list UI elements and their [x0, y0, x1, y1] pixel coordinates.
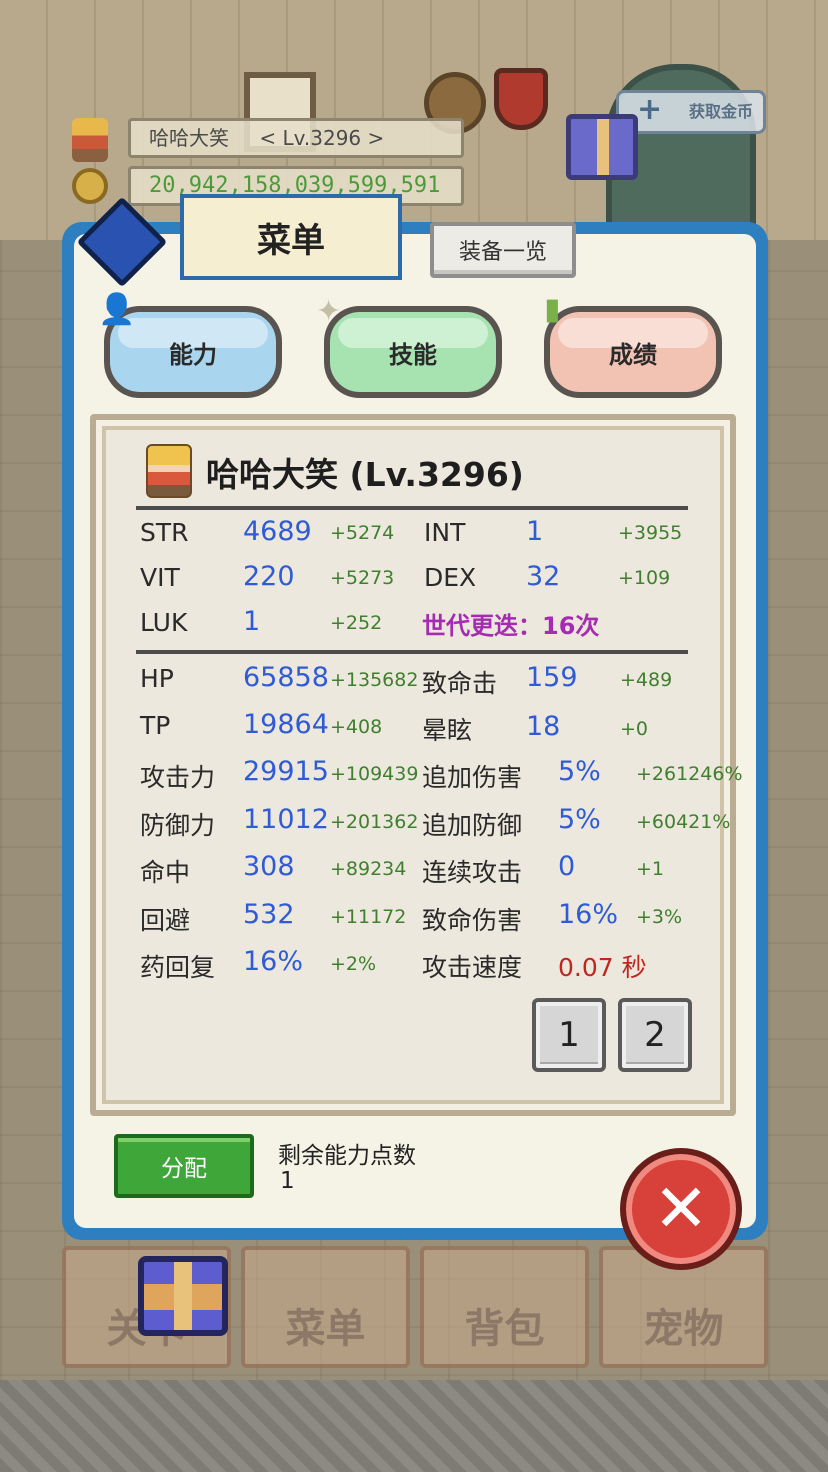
equipment-list-button[interactable]: 装备一览 — [430, 222, 576, 278]
stat-label-extra-damage: 追加伤害 — [422, 763, 523, 792]
player-name-bar: 哈哈大笑 < Lv.3296 > — [128, 118, 464, 158]
stat-value-potion-recovery: 16% — [243, 946, 304, 977]
stat-value-accuracy: 308 — [243, 851, 295, 882]
nav-item-bag[interactable]: 背包 — [420, 1246, 589, 1368]
stat-value-critical: 159 — [526, 662, 578, 693]
stat-bonus-critical-damage: +3% — [636, 906, 683, 928]
stat-label-potion-recovery: 药回复 — [140, 953, 216, 982]
stat-bonus-str: +5274 — [330, 522, 395, 544]
tab-skill[interactable]: 技能 — [324, 306, 502, 398]
stat-bonus-combo-attack: +1 — [636, 858, 665, 880]
stat-bonus-potion-recovery: +2% — [330, 953, 377, 975]
add-person-icon: 👤 — [98, 292, 136, 327]
gold-coin-icon — [72, 168, 108, 204]
stat-bonus-vit: +5273 — [330, 567, 395, 589]
player-level: < Lv.3296 > — [259, 126, 385, 150]
close-icon: ✕ — [653, 1170, 709, 1247]
stat-label-hp: HP — [140, 664, 174, 693]
stat-bonus-defense: +201362 — [330, 811, 419, 833]
generation-count: 世代更迭：16次 — [422, 612, 600, 640]
stat-bonus-attack: +109439 — [330, 763, 419, 785]
stat-label-attack-speed: 攻击速度 — [422, 953, 523, 982]
stat-label-critical-damage: 致命伤害 — [422, 906, 523, 935]
page-button-2[interactable]: 2 — [618, 998, 692, 1072]
stat-label-attack: 攻击力 — [140, 763, 216, 792]
stat-value-luk: 1 — [243, 606, 261, 637]
stat-bonus-hp: +135682 — [330, 669, 419, 691]
stat-value-defense: 11012 — [243, 804, 329, 835]
stat-bonus-evasion: +11172 — [330, 906, 407, 928]
stat-label-critical: 致命击 — [422, 669, 498, 698]
stat-value-extra-damage: 5% — [558, 756, 601, 787]
stat-bonus-luk: +252 — [330, 612, 383, 634]
stat-bonus-extra-defense: +60421% — [636, 811, 731, 833]
tab-ability-label: 能力 — [169, 340, 217, 369]
stat-value-attack-speed: 0.07 秒 — [558, 953, 647, 982]
stat-label-dex: DEX — [424, 563, 477, 592]
player-avatar — [72, 118, 108, 162]
close-button[interactable]: ✕ — [620, 1148, 742, 1270]
character-title: 哈哈大笑 (Lv.3296) — [206, 455, 524, 494]
stat-label-stun: 晕眩 — [422, 716, 473, 745]
tab-record-label: 成绩 — [609, 340, 657, 369]
stat-label-int: INT — [424, 518, 466, 547]
stat-value-combo-attack: 0 — [558, 851, 576, 882]
stat-value-evasion: 532 — [243, 899, 295, 930]
stat-bonus-dex: +109 — [618, 567, 671, 589]
scroll-icon: ▮ — [544, 292, 561, 327]
stat-bonus-extra-damage: +261246% — [636, 763, 743, 785]
gift-box-icon[interactable] — [566, 114, 638, 180]
stat-value-tp: 19864 — [243, 709, 329, 740]
divider — [136, 650, 688, 654]
stat-value-dex: 32 — [526, 561, 561, 592]
stat-label-str: STR — [140, 518, 189, 547]
get-gold-button[interactable]: + 获取金币 — [616, 90, 766, 134]
stat-value-hp: 65858 — [243, 662, 329, 693]
remaining-points-value: 1 — [280, 1168, 295, 1194]
stat-label-defense: 防御力 — [140, 811, 216, 840]
stat-bonus-accuracy: +89234 — [330, 858, 407, 880]
stat-value-critical-damage: 16% — [558, 899, 619, 930]
stat-bonus-critical: +489 — [620, 669, 673, 691]
stat-label-evasion: 回避 — [140, 906, 191, 935]
tab-record[interactable]: 成绩 — [544, 306, 722, 398]
tab-skill-label: 技能 — [389, 340, 437, 369]
background-red-shield — [494, 68, 548, 130]
stat-value-extra-defense: 5% — [558, 804, 601, 835]
stat-bonus-tp: +408 — [330, 716, 383, 738]
sparkle-icon: ✦ — [316, 294, 342, 329]
stat-value-attack: 29915 — [243, 756, 329, 787]
stat-value-stun: 18 — [526, 711, 561, 742]
stat-label-vit: VIT — [140, 563, 180, 592]
stat-bonus-stun: +0 — [620, 718, 649, 740]
page-button-1[interactable]: 1 — [532, 998, 606, 1072]
stat-label-accuracy: 命中 — [140, 858, 191, 887]
player-name: 哈哈大笑 — [149, 126, 229, 150]
plus-icon: + — [637, 92, 663, 127]
allocate-button[interactable]: 分配 — [114, 1134, 254, 1198]
remaining-points-label: 剩余能力点数 — [278, 1143, 416, 1169]
stat-bonus-int: +3955 — [618, 522, 683, 544]
character-sprite — [146, 444, 192, 498]
background-floor — [0, 1380, 828, 1472]
stat-label-extra-defense: 追加防御 — [422, 811, 523, 840]
gift-box-icon[interactable] — [138, 1256, 228, 1336]
nav-item-menu[interactable]: 菜单 — [241, 1246, 410, 1368]
stat-label-combo-attack: 连续攻击 — [422, 858, 523, 887]
stat-label-tp: TP — [140, 711, 171, 740]
get-gold-label: 获取金币 — [688, 102, 753, 121]
stat-value-str: 4689 — [243, 516, 312, 547]
stat-value-int: 1 — [526, 516, 544, 547]
divider — [136, 506, 688, 510]
stat-value-vit: 220 — [243, 561, 295, 592]
stat-label-luk: LUK — [140, 608, 188, 637]
menu-title: 菜单 — [180, 194, 402, 280]
